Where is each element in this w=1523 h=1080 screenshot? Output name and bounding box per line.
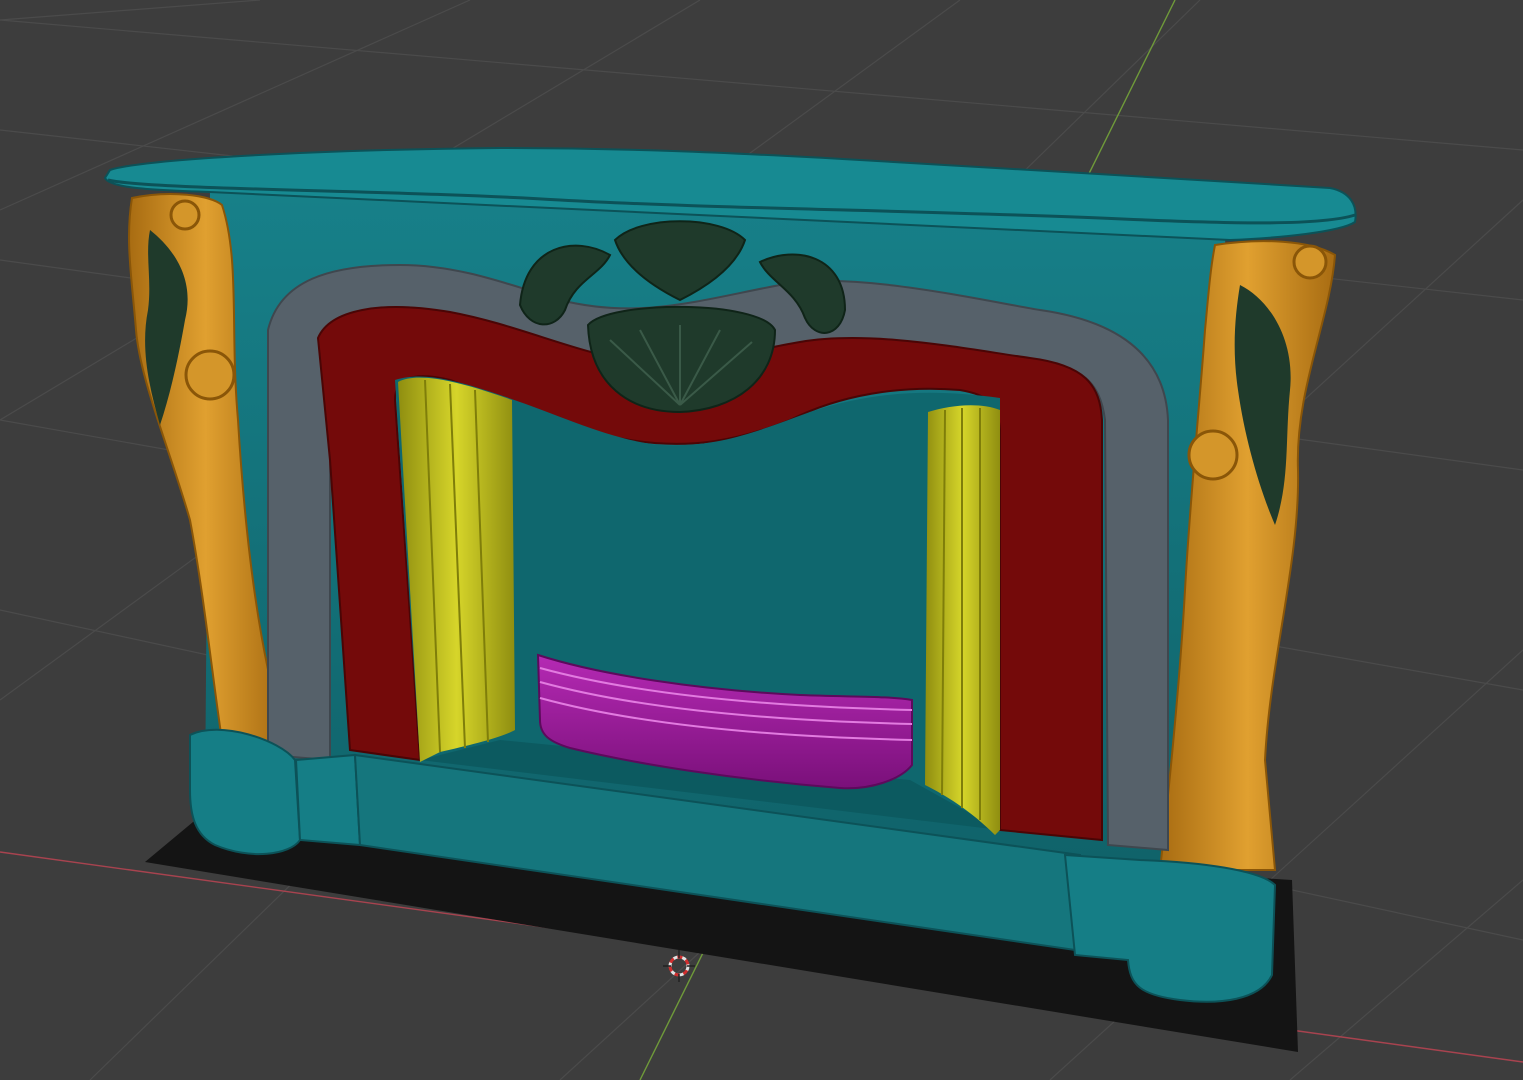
3d-viewport[interactable] xyxy=(0,0,1523,1080)
left-corbel-scroll xyxy=(184,349,236,401)
viewport-canvas[interactable] xyxy=(0,0,1523,1080)
center-left-plinth[interactable] xyxy=(294,753,362,847)
right-corbel-scroll xyxy=(1187,429,1239,481)
